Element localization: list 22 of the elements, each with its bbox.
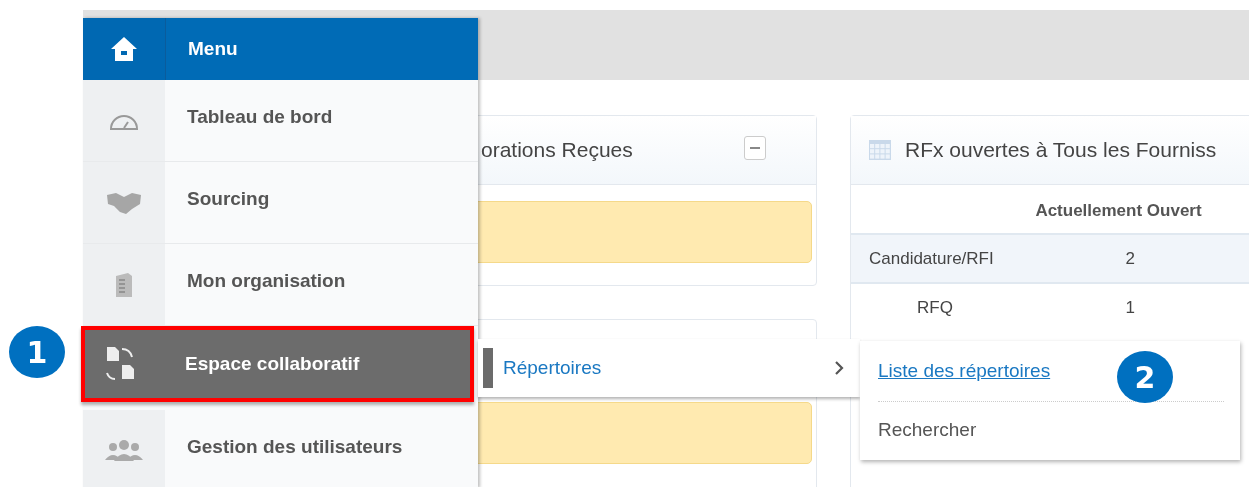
menu-item[interactable]: Gestion des utilisateurs — [83, 410, 478, 487]
submenu-item[interactable]: Répertoires — [478, 339, 860, 397]
table-cell: RFQ — [851, 283, 1036, 331]
card-title: orations Reçues — [481, 138, 633, 162]
menu-item[interactable]: Sourcing — [83, 162, 478, 244]
collapse-button[interactable] — [744, 136, 766, 160]
flyout-item[interactable]: Rechercher — [878, 419, 977, 441]
menu-item[interactable]: Espace collaboratif — [81, 326, 474, 402]
card-title: RFx ouvertes à Tous les Fourniss — [905, 138, 1217, 162]
menu-title: Menu — [188, 38, 238, 60]
users-icon — [105, 439, 143, 462]
menu-item[interactable]: Mon organisation — [83, 244, 478, 326]
step-badge: 1 — [9, 326, 65, 378]
table-cell: 1 — [1035, 283, 1249, 331]
menu-item[interactable]: Tableau de bord — [83, 80, 478, 162]
table-cell: Candidature/RFI — [851, 234, 1036, 283]
chevron-right-icon — [834, 360, 844, 376]
column-header: Actuellement Ouvert — [1035, 201, 1249, 234]
home-icon — [110, 36, 138, 62]
directory-list-link[interactable]: Liste des répertoires — [878, 360, 1051, 382]
table-cell: 2 — [1035, 234, 1249, 283]
table-icon — [869, 140, 891, 160]
